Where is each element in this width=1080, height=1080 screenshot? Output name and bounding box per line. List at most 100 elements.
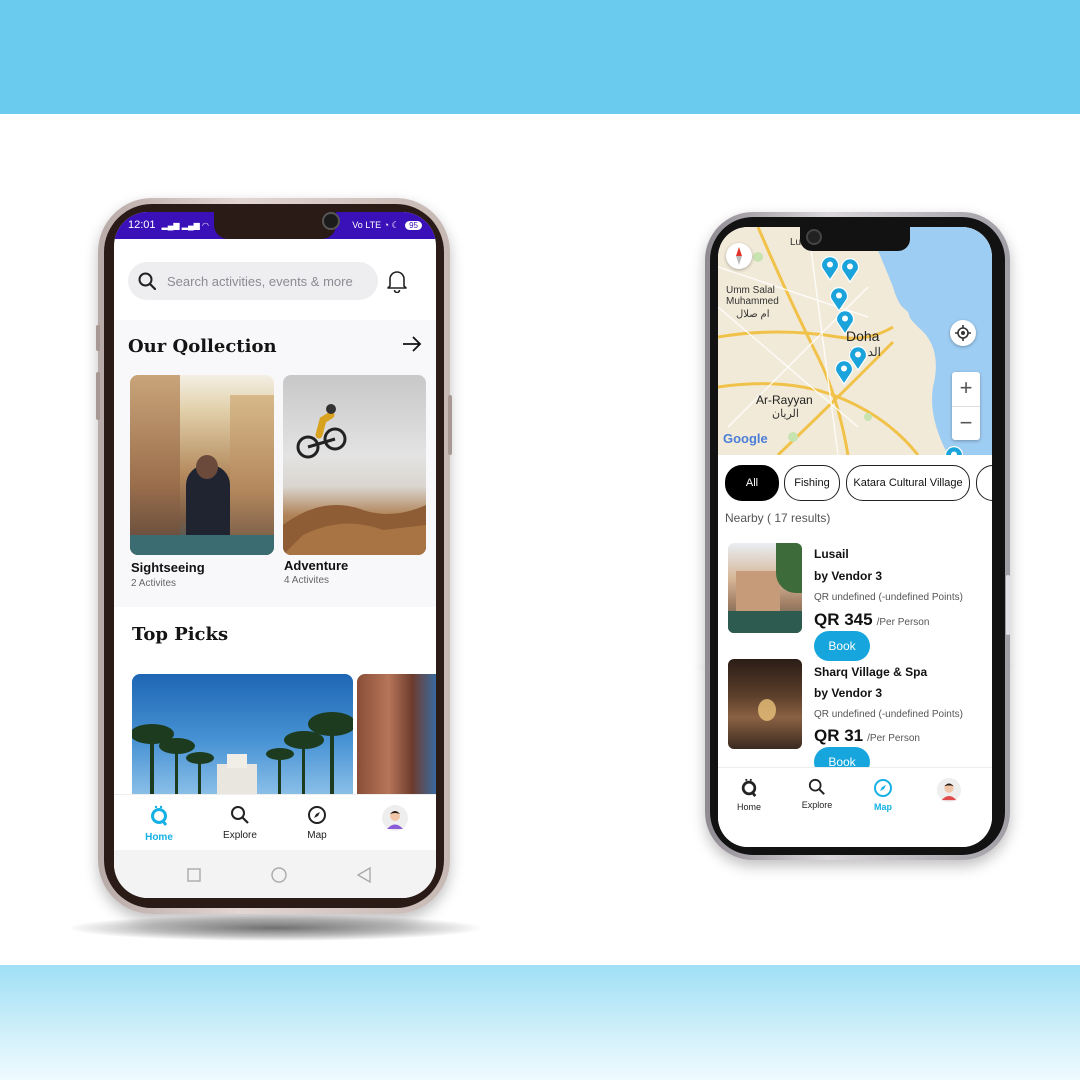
avatar bbox=[382, 805, 408, 831]
crosshair-icon bbox=[955, 325, 971, 341]
book-button[interactable]: Book bbox=[814, 631, 870, 661]
lamp-image bbox=[758, 699, 776, 721]
price-value: QR 31 bbox=[814, 726, 864, 745]
card-sub: 2 Activites bbox=[131, 578, 177, 589]
tree-image bbox=[776, 543, 802, 593]
battery-badge: 95 bbox=[405, 221, 422, 230]
bottom-background-band bbox=[0, 965, 1080, 1080]
nav-map[interactable]: Map bbox=[287, 805, 347, 841]
filter-chip-fishing[interactable]: Fishing bbox=[784, 465, 840, 501]
map-pin-icon[interactable] bbox=[840, 257, 860, 283]
fence-image bbox=[728, 611, 802, 633]
compass-needle-icon bbox=[736, 247, 742, 265]
collection-card-adventure[interactable] bbox=[283, 375, 426, 555]
signal-icon: ▂▄▆ ▂▄▆ ◠ bbox=[161, 221, 209, 230]
map-label: الريان bbox=[772, 408, 799, 420]
map-pin-icon[interactable] bbox=[944, 445, 964, 455]
network-icon: Vo LTE ◔ ☾ bbox=[352, 220, 400, 230]
item-image-lusail[interactable] bbox=[728, 543, 802, 633]
nav-explore[interactable]: Explore bbox=[210, 805, 270, 841]
arrow-right-icon[interactable] bbox=[402, 336, 422, 352]
bottom-nav: Home Explore Map bbox=[114, 794, 436, 851]
camera-icon bbox=[806, 229, 822, 245]
map-pin-icon[interactable] bbox=[834, 359, 854, 385]
item-title[interactable]: Sharq Village & Spa bbox=[814, 665, 927, 679]
map-pin-icon[interactable] bbox=[820, 255, 840, 281]
zoom-control: + − bbox=[952, 372, 980, 440]
compass-icon bbox=[874, 779, 892, 797]
google-logo: Google bbox=[723, 431, 768, 446]
avatar bbox=[937, 778, 961, 802]
nav-profile[interactable] bbox=[924, 778, 974, 804]
nav-label: Home bbox=[145, 832, 173, 843]
back-icon[interactable] bbox=[357, 867, 371, 883]
map-label: ام صلال bbox=[736, 309, 770, 320]
system-nav-bar bbox=[114, 850, 436, 898]
card-label: Adventure bbox=[284, 558, 349, 573]
filter-chip-katara[interactable]: Katara Cultural Village bbox=[846, 465, 970, 501]
status-right: Vo LTE ◔ ☾ 95 bbox=[352, 220, 422, 231]
nav-home[interactable]: Home bbox=[724, 778, 774, 812]
top-pick-card[interactable] bbox=[132, 674, 353, 796]
nav-label: Home bbox=[736, 802, 761, 812]
building-image bbox=[230, 395, 274, 555]
status-left: 12:01 ▂▄▆ ▂▄▆ ◠ bbox=[128, 219, 209, 231]
compass-icon bbox=[308, 806, 326, 824]
nav-explore[interactable]: Explore bbox=[792, 778, 842, 810]
my-location-button[interactable] bbox=[950, 320, 976, 346]
home-circle-icon[interactable] bbox=[271, 867, 287, 883]
camera-icon bbox=[322, 212, 340, 230]
price-unit: /Per Person bbox=[867, 733, 920, 744]
phone1-notch bbox=[214, 212, 340, 239]
map-view[interactable]: Lusail Umm Salal Muhammed ام صلال Doha ا… bbox=[718, 227, 992, 455]
phone1-volume-button bbox=[96, 325, 100, 351]
top-pick-card[interactable] bbox=[357, 674, 436, 796]
price-value: QR 345 bbox=[814, 610, 873, 629]
phone2-side-button bbox=[1006, 575, 1010, 635]
nav-profile[interactable] bbox=[365, 805, 425, 834]
nav-label: Explore bbox=[223, 830, 257, 841]
bell-icon[interactable] bbox=[386, 269, 408, 293]
filter-chip-more[interactable] bbox=[976, 465, 992, 501]
home-icon bbox=[741, 778, 757, 797]
item-vendor: by Vendor 3 bbox=[814, 569, 883, 583]
search-placeholder: Search activities, events & more bbox=[167, 274, 353, 289]
collection-title: Our Qollection bbox=[128, 336, 277, 357]
filter-chip-all[interactable]: All bbox=[725, 465, 779, 501]
phone1-screen: 12:01 ▂▄▆ ▂▄▆ ◠ Vo LTE ◔ ☾ 95 Search act… bbox=[114, 212, 436, 898]
nav-label: Explore bbox=[801, 800, 833, 810]
nearby-results: Nearby ( 17 results) bbox=[725, 511, 831, 525]
search-icon bbox=[138, 272, 156, 290]
recent-apps-icon[interactable] bbox=[187, 868, 201, 882]
item-title[interactable]: Lusail bbox=[814, 547, 849, 561]
phone1-volume-button bbox=[96, 372, 100, 420]
item-points: QR undefined (-undefined Points) bbox=[814, 592, 963, 603]
zoom-in-button[interactable]: + bbox=[952, 372, 980, 407]
item-image-sharq[interactable] bbox=[728, 659, 802, 749]
nav-label: Map bbox=[307, 830, 327, 841]
person-head bbox=[196, 455, 218, 479]
status-time: 12:01 bbox=[128, 219, 156, 231]
bottom-nav: Home Explore Map bbox=[718, 767, 992, 847]
compass-button[interactable] bbox=[726, 243, 752, 269]
nav-home[interactable]: Home bbox=[129, 805, 189, 843]
item-vendor: by Vendor 3 bbox=[814, 686, 883, 700]
canal-image bbox=[130, 535, 274, 555]
price-unit: /Per Person bbox=[876, 617, 930, 628]
phone1-shadow bbox=[70, 915, 480, 941]
nav-label: Map bbox=[874, 802, 892, 812]
phone2-screen: Lusail Umm Salal Muhammed ام صلال Doha ا… bbox=[718, 227, 992, 847]
top-picks-title: Top Picks bbox=[132, 624, 229, 645]
phone2-notch bbox=[800, 227, 910, 251]
collection-card-sightseeing[interactable] bbox=[130, 375, 274, 555]
zoom-out-button[interactable]: − bbox=[952, 407, 980, 441]
search-bar[interactable]: Search activities, events & more bbox=[128, 262, 378, 300]
nav-map[interactable]: Map bbox=[858, 778, 908, 812]
search-icon bbox=[808, 778, 825, 795]
search-icon bbox=[231, 806, 249, 824]
map-label: Ar-Rayyan bbox=[756, 393, 813, 407]
biker-image bbox=[283, 404, 426, 555]
building-image bbox=[130, 375, 180, 555]
phone1-power-button bbox=[448, 395, 452, 455]
map-pin-icon[interactable] bbox=[835, 309, 855, 335]
